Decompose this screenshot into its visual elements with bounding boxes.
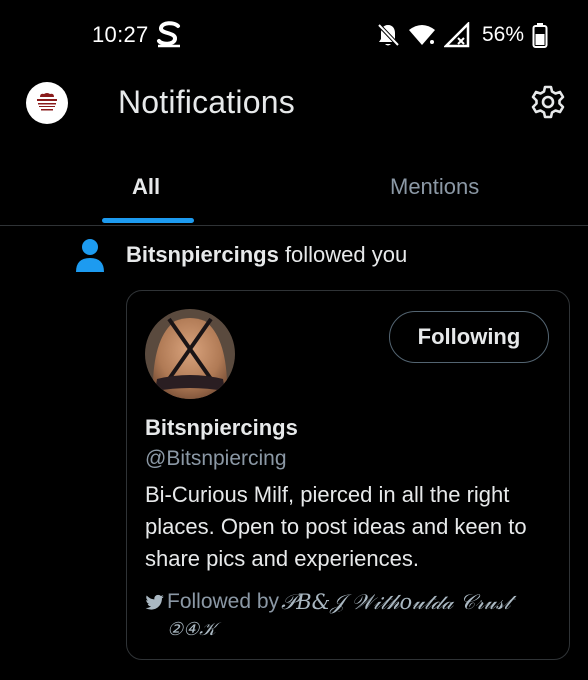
profile-display-name[interactable]: Bitsnpiercings (145, 415, 298, 441)
status-icons: 56% (376, 20, 548, 50)
gear-icon[interactable] (530, 84, 566, 120)
followed-by-prefix: Followed by (167, 590, 280, 613)
signal-icon (443, 22, 470, 48)
notification-tabs: All Mentions (0, 160, 588, 226)
wifi-icon (408, 25, 435, 45)
following-button[interactable]: Following (389, 311, 549, 363)
twitter-bird-icon (145, 594, 164, 610)
app-header: Notifications (0, 72, 588, 134)
tab-all[interactable]: All (132, 174, 160, 200)
profile-bio: Bi-Curious Milf, pierced in all the righ… (145, 482, 527, 571)
battery-icon (532, 23, 548, 48)
profile-card[interactable]: Following Bitsnpiercings @Bitsnpiercing … (126, 290, 570, 660)
profile-picture[interactable] (145, 309, 235, 399)
tab-mentions[interactable]: Mentions (390, 174, 479, 200)
followed-by-second-line[interactable]: ②④𝒦 (167, 619, 216, 640)
followed-by-names[interactable]: 𝒫𝐵&𝒥 𝒲𝒾𝓉𝒽𝑜𝓊𝓉𝒹𝒶 𝒞𝓇𝓊𝓈𝓉 (281, 589, 511, 615)
profile-photo-image (145, 309, 235, 399)
notification-action: followed you (284, 242, 408, 267)
s-letter-icon (157, 21, 180, 48)
active-tab-indicator (102, 218, 194, 223)
status-time: 10:27 (92, 22, 149, 47)
notification-text: Bitsnpiercings followed you (126, 242, 407, 268)
notification-actor[interactable]: Bitsnpiercings (126, 242, 279, 267)
battery-percent: 56% (481, 23, 524, 46)
avatar[interactable] (26, 82, 68, 124)
status-bar: 10:27 56% (0, 0, 588, 72)
profile-handle[interactable]: @Bitsnpiercing (145, 447, 287, 471)
avatar-logo-icon (37, 93, 57, 111)
person-icon (76, 239, 104, 272)
followed-by: Followed by 𝒫𝐵&𝒥 𝒲𝒾𝓉𝒽𝑜𝓊𝓉𝒹𝒶 𝒞𝓇𝓊𝓈𝓉 (145, 589, 511, 615)
page-title: Notifications (118, 84, 295, 120)
bell-off-icon (377, 23, 400, 47)
